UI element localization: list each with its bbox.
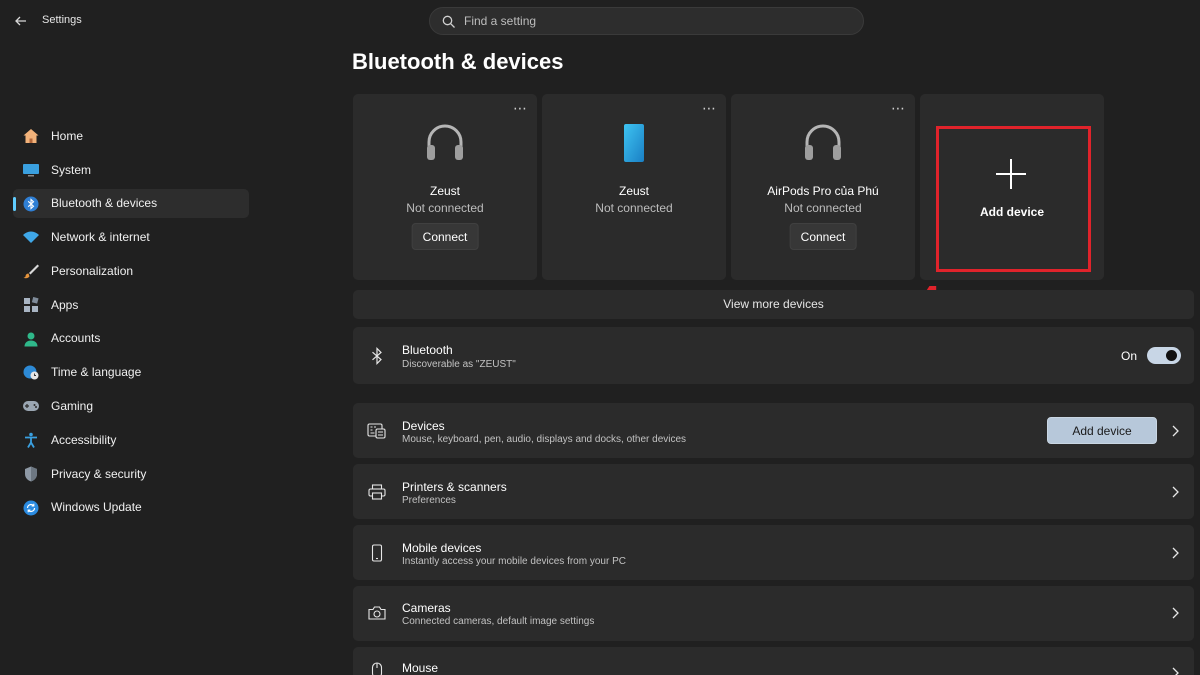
back-arrow-icon[interactable]: [12, 12, 30, 30]
sidebar-item-accessibility[interactable]: Accessibility: [13, 425, 249, 455]
row-subtitle: Preferences: [402, 495, 456, 506]
sidebar-item-label: Privacy & security: [51, 466, 147, 481]
device-name: Zeust: [618, 184, 649, 198]
sidebar-item-system[interactable]: System: [13, 155, 249, 185]
device-name: Zeust: [429, 184, 460, 198]
sidebar-item-label: Network & internet: [51, 230, 150, 245]
toggle-knob: [1166, 350, 1177, 361]
person-icon: [22, 331, 40, 347]
sidebar-item-personalization[interactable]: Personalization: [13, 256, 249, 286]
camera-icon: [367, 603, 387, 623]
row-title: Printers & scanners: [402, 480, 507, 494]
headphones-icon: [805, 124, 841, 160]
more-options-icon[interactable]: ⋯: [891, 100, 906, 117]
row-title: Bluetooth: [402, 343, 453, 357]
connect-button[interactable]: Connect: [789, 223, 857, 250]
row-subtitle: Connected cameras, default image setting…: [402, 616, 595, 627]
cameras-row[interactable]: Cameras Connected cameras, default image…: [353, 586, 1194, 641]
device-card: ⋯ Zeust Not connected Connect: [353, 94, 537, 280]
connect-button[interactable]: Connect: [411, 223, 479, 250]
home-icon: [22, 128, 40, 144]
chevron-right-icon: [1172, 486, 1179, 498]
mouse-row[interactable]: Mouse: [353, 647, 1194, 675]
row-subtitle: Discoverable as "ZEUST": [402, 359, 516, 370]
toggle-state-label: On: [1120, 349, 1137, 363]
title-bar: Settings: [0, 0, 1200, 42]
sidebar-item-accounts[interactable]: Accounts: [13, 324, 249, 354]
device-status: Not connected: [784, 201, 862, 215]
row-title: Mouse: [402, 661, 439, 675]
sidebar-item-label: System: [51, 162, 92, 177]
keyboard-devices-icon: [367, 421, 387, 441]
update-icon: [22, 500, 40, 516]
globe-clock-icon: [22, 364, 40, 380]
row-title: Mobile devices: [402, 541, 482, 555]
row-subtitle: Mouse, keyboard, pen, audio, displays an…: [402, 434, 687, 445]
shield-icon: [22, 466, 40, 482]
view-more-devices-button[interactable]: View more devices: [353, 290, 1194, 319]
device-card: ⋯ Zeust Not connected: [542, 94, 726, 280]
search-input[interactable]: [464, 11, 844, 31]
chevron-right-icon: [1172, 607, 1179, 619]
mouse-icon: [367, 661, 387, 675]
system-icon: [22, 162, 40, 178]
row-subtitle: Instantly access your mobile devices fro…: [402, 556, 626, 567]
chevron-right-icon: [1172, 425, 1179, 437]
brush-icon: [22, 263, 40, 279]
device-card: ⋯ AirPods Pro của Phú Not connected Conn…: [731, 94, 915, 280]
more-options-icon[interactable]: ⋯: [702, 100, 717, 117]
device-name: AirPods Pro của Phú: [767, 184, 879, 198]
search-icon: [442, 15, 455, 28]
row-title: Cameras: [402, 601, 451, 615]
printers-scanners-row[interactable]: Printers & scanners Preferences: [353, 464, 1194, 519]
sidebar-item-label: Windows Update: [51, 500, 142, 515]
bluetooth-row: Bluetooth Discoverable as "ZEUST" On: [353, 327, 1194, 384]
device-status: Not connected: [595, 201, 673, 215]
page-title: Bluetooth & devices: [352, 49, 564, 74]
sidebar-item-bluetooth-devices[interactable]: Bluetooth & devices: [13, 188, 249, 219]
app-title: Settings: [42, 14, 82, 26]
sidebar-item-home[interactable]: Home: [13, 121, 249, 151]
gamepad-icon: [22, 398, 40, 414]
sidebar-item-label: Time & language: [51, 365, 142, 380]
device-status: Not connected: [406, 201, 484, 215]
sidebar-item-apps[interactable]: Apps: [13, 290, 249, 320]
phone-icon: [624, 124, 644, 162]
sidebar-nav: Home System Bluetooth & devices Network …: [13, 121, 249, 526]
accessibility-icon: [22, 432, 40, 448]
more-options-icon[interactable]: ⋯: [513, 100, 528, 117]
devices-row[interactable]: Devices Mouse, keyboard, pen, audio, dis…: [353, 403, 1194, 458]
sidebar-item-gaming[interactable]: Gaming: [13, 391, 249, 421]
sidebar-item-label: Apps: [51, 297, 79, 312]
bluetooth-icon: [367, 346, 387, 366]
sidebar-item-windows-update[interactable]: Windows Update: [13, 493, 249, 523]
highlight-box: [936, 126, 1091, 272]
mobile-devices-row[interactable]: Mobile devices Instantly access your mob…: [353, 525, 1194, 580]
wifi-icon: [22, 229, 40, 245]
apps-icon: [22, 296, 40, 313]
sidebar-item-label: Accounts: [51, 331, 101, 346]
mobile-icon: [367, 543, 387, 563]
add-device-button[interactable]: Add device: [1047, 417, 1157, 444]
sidebar-item-network-internet[interactable]: Network & internet: [13, 222, 249, 252]
bluetooth-icon: [22, 196, 40, 212]
sidebar-item-label: Bluetooth & devices: [51, 196, 158, 211]
printer-icon: [367, 482, 387, 502]
chevron-right-icon: [1172, 667, 1179, 675]
sidebar-item-label: Home: [51, 128, 84, 143]
sidebar-item-privacy-security[interactable]: Privacy & security: [13, 459, 249, 489]
row-title: Devices: [402, 419, 445, 433]
sidebar-item-time-language[interactable]: Time & language: [13, 357, 249, 387]
headphones-icon: [427, 124, 463, 160]
sidebar-item-label: Gaming: [51, 399, 94, 414]
chevron-right-icon: [1172, 547, 1179, 559]
sidebar-item-label: Personalization: [51, 263, 134, 278]
bluetooth-toggle[interactable]: [1147, 347, 1181, 364]
sidebar-item-label: Accessibility: [51, 432, 117, 447]
search-box[interactable]: [429, 7, 864, 35]
